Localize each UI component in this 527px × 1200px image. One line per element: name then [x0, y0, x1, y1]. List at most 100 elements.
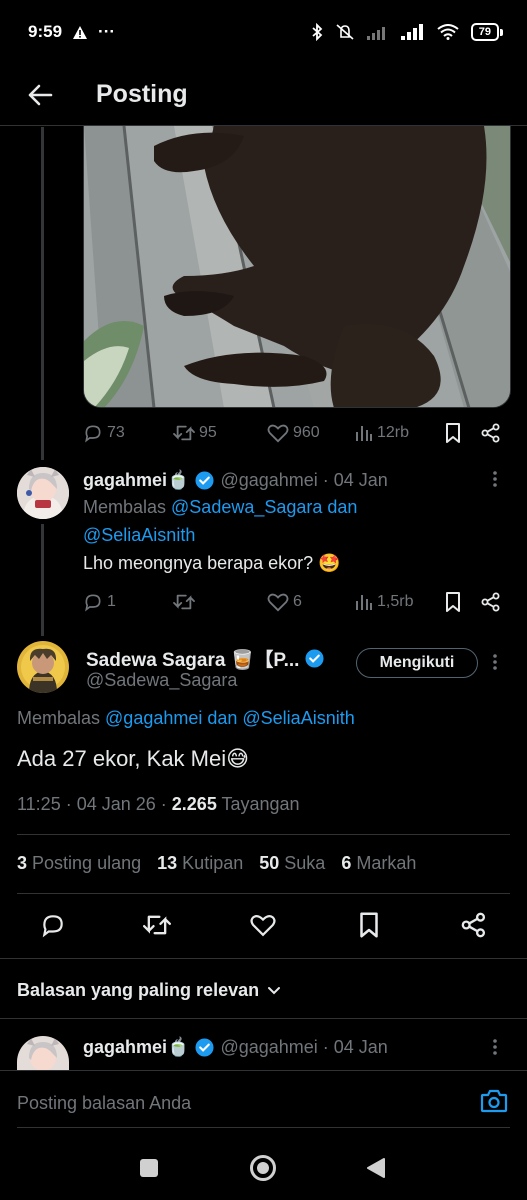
next-reply-header: gagahmei🍵 @gagahmei · 04 Jan: [83, 1037, 388, 1058]
share-icon: [481, 423, 500, 443]
camera-button[interactable]: [480, 1089, 508, 1118]
avatar-gagahmei[interactable]: [17, 1036, 69, 1070]
following-button[interactable]: Mengikuti: [356, 648, 478, 678]
reply-composer-bar: [0, 1070, 527, 1132]
bookmark-button[interactable]: [445, 423, 461, 443]
camera-icon: [480, 1089, 508, 1113]
repost-icon: [143, 915, 171, 935]
replies-sort-dropdown[interactable]: Balasan yang paling relevan: [17, 980, 281, 1001]
author-handle[interactable]: @gagahmei · 04 Jan: [220, 470, 387, 491]
verified-badge-icon: [305, 649, 324, 668]
avatar-gagahmei[interactable]: [17, 467, 69, 519]
top-header: Posting: [0, 64, 527, 126]
avatar-sadewa-sagara[interactable]: [17, 641, 69, 693]
main-author-handle[interactable]: @Sadewa_Sagara: [86, 670, 237, 691]
thread-line: [41, 127, 44, 460]
author-name[interactable]: gagahmei🍵: [83, 1037, 189, 1058]
status-time: 9:59: [28, 22, 63, 41]
quotes-stat[interactable]: 13 Kutipan: [157, 853, 243, 874]
views-icon: [356, 426, 372, 441]
heart-icon: [267, 424, 289, 443]
page-title: Posting: [96, 80, 188, 108]
chevron-down-icon: [268, 986, 281, 994]
divider: [17, 893, 510, 894]
verified-badge-icon: [195, 471, 214, 490]
bookmark-icon: [446, 423, 460, 443]
repost-icon: [173, 425, 195, 441]
system-back-button[interactable]: [366, 1157, 386, 1184]
views-label: Tayangan: [216, 794, 300, 814]
main-tweet-text: Ada 27 ekor, Kak Mei😅: [17, 746, 250, 771]
square-icon: [140, 1159, 158, 1177]
views-button[interactable]: 12rb: [355, 424, 409, 442]
reply-context: Membalas @Sadewa_Sagara dan @SeliaAisnit…: [83, 497, 358, 545]
thread-line: [41, 524, 44, 636]
status-bar: 9:59 ··· 79: [0, 0, 527, 64]
like-button[interactable]: 6: [267, 592, 302, 612]
bookmark-button[interactable]: [445, 592, 461, 612]
bookmark-icon: [446, 592, 460, 612]
bookmark-button[interactable]: [359, 912, 379, 938]
post-timestamp[interactable]: 11:25 · 04 Jan 26 ·: [17, 794, 172, 814]
divider: [0, 958, 527, 959]
signal-icon: [400, 24, 423, 40]
reposts-stat[interactable]: 3 Posting ulang: [17, 853, 141, 874]
divider: [0, 1018, 527, 1019]
mention-link[interactable]: @gagahmei dan @SeliaAisnith: [105, 708, 355, 728]
author-handle[interactable]: @gagahmei · 04 Jan: [220, 1037, 387, 1058]
reply-input[interactable]: [0, 1081, 470, 1125]
more-options-icon[interactable]: [492, 1038, 508, 1058]
parent-tweet-actions: 73 95 960 12rb: [83, 421, 511, 445]
home-circle-icon: [250, 1155, 276, 1181]
mute-icon: [336, 24, 354, 40]
mention-link[interactable]: @SeliaAisnith: [83, 525, 195, 545]
reply-tweet-header: gagahmei🍵 @gagahmei · 04 Jan: [83, 470, 388, 491]
reply-tweet-actions: 1 6 1,5rb: [83, 590, 511, 614]
repost-icon: [173, 594, 195, 610]
bookmark-icon: [360, 912, 378, 938]
share-button[interactable]: [461, 912, 487, 938]
post-image-cat[interactable]: [83, 126, 511, 408]
recent-apps-button[interactable]: [139, 1158, 159, 1183]
like-button[interactable]: 960: [267, 423, 320, 443]
like-button[interactable]: [249, 913, 277, 937]
more-options-icon[interactable]: [492, 653, 508, 673]
home-button[interactable]: [249, 1154, 277, 1187]
views-button[interactable]: 1,5rb: [355, 593, 413, 611]
views-icon: [356, 595, 372, 610]
main-reply-context: Membalas @gagahmei dan @SeliaAisnith: [17, 708, 355, 728]
reply-button[interactable]: 73: [83, 423, 125, 443]
reply-icon: [42, 915, 63, 938]
divider: [17, 1127, 510, 1128]
repost-button[interactable]: 95: [173, 423, 217, 443]
repost-button[interactable]: [143, 912, 171, 938]
warning-icon: [73, 25, 88, 39]
system-navigation-bar: [0, 1132, 527, 1200]
share-icon: [481, 592, 500, 612]
divider: [17, 834, 510, 835]
status-more: ···: [98, 22, 116, 41]
likes-stat[interactable]: 50 Suka: [259, 853, 325, 874]
bookmarks-stat[interactable]: 6 Markah: [341, 853, 416, 874]
share-button[interactable]: [481, 423, 501, 443]
signal-weak-icon: [366, 27, 385, 40]
author-name[interactable]: gagahmei🍵: [83, 470, 189, 491]
back-arrow-icon: [28, 84, 53, 105]
reply-icon: [85, 594, 101, 612]
wifi-icon: [437, 24, 459, 40]
share-button[interactable]: [481, 592, 501, 612]
reply-button[interactable]: 1: [83, 592, 116, 612]
back-button[interactable]: [20, 75, 60, 115]
triangle-back-icon: [367, 1158, 385, 1178]
reply-icon: [85, 425, 101, 443]
more-options-icon[interactable]: [492, 470, 508, 490]
repost-button[interactable]: [173, 592, 199, 612]
mention-link[interactable]: @Sadewa_Sagara dan: [171, 497, 357, 517]
reply-tweet-text: Lho meongnya berapa ekor? 🤩: [83, 553, 341, 573]
share-icon: [461, 912, 486, 938]
main-author-name[interactable]: Sadewa Sagara 🥃【P...: [86, 645, 330, 672]
reply-button[interactable]: [40, 912, 66, 938]
battery-indicator: 79: [470, 23, 504, 41]
main-tweet-actions: [0, 908, 527, 946]
verified-badge-icon: [195, 1038, 214, 1057]
